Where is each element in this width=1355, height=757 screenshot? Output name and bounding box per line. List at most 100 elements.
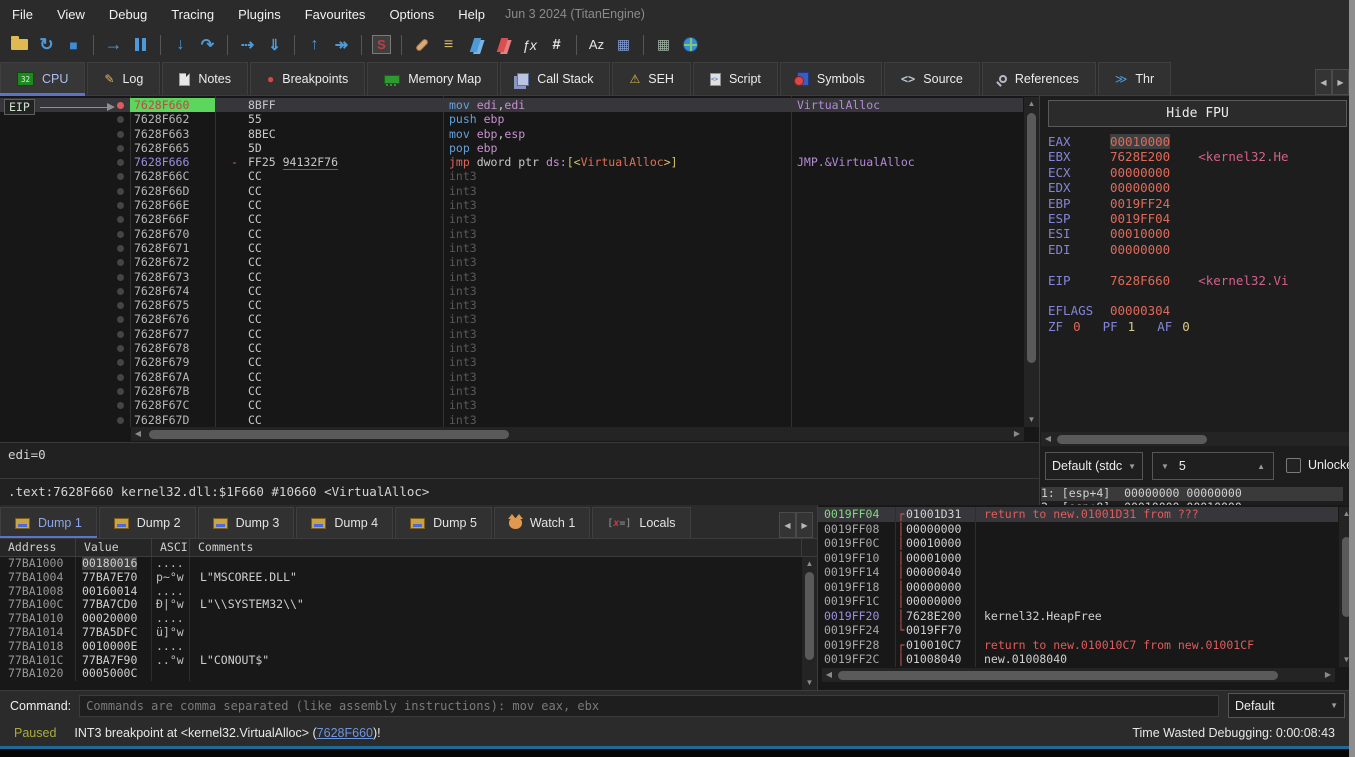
gutter-dot[interactable] [117, 316, 124, 323]
patches-icon[interactable] [408, 32, 435, 57]
dump-row[interactable]: 77BA100C77BA7CD0Ð|°wL"\\SYSTEM32\\" [0, 598, 802, 612]
gutter-dot[interactable] [117, 145, 124, 152]
column-header-value[interactable]: Value [76, 539, 152, 556]
dump-row[interactable]: 77BA100477BA7E70p~°wL"MSCOREE.DLL" [0, 571, 802, 585]
gutter-dot[interactable] [117, 173, 124, 180]
disassembly-row[interactable]: 7628F66255push ebp [0, 112, 1023, 126]
tab-seh[interactable]: ⚠SEH [612, 62, 690, 95]
breakpoint-gutter[interactable] [0, 355, 130, 369]
breakpoint-gutter[interactable] [0, 298, 130, 312]
gutter-dot[interactable] [117, 345, 124, 352]
scroll-thumb[interactable] [149, 430, 509, 439]
gutter-dot[interactable] [117, 231, 124, 238]
stack-row[interactable]: 0019FF24└0019FF70 [818, 623, 1338, 638]
gutter-dot[interactable] [117, 216, 124, 223]
breakpoint-gutter[interactable] [0, 155, 130, 169]
execute-till-return-icon[interactable]: ↑ [301, 32, 328, 57]
menu-item-view[interactable]: View [45, 2, 97, 27]
scroll-up-arrow[interactable]: ▲ [1024, 97, 1039, 111]
tab-breakpoints[interactable]: ●Breakpoints [250, 62, 365, 95]
tab-symbols[interactable]: Symbols [780, 62, 882, 95]
tab-dump-3[interactable]: Dump 3 [198, 507, 295, 538]
gutter-dot[interactable] [117, 402, 124, 409]
disassembly-row[interactable]: 7628F67CCCint3 [0, 398, 1023, 412]
register-row[interactable]: EBX7628E200<kernel32.He [1048, 149, 1337, 164]
spinner-down-icon[interactable]: ▼ [1161, 462, 1169, 471]
disassembly-row[interactable]: 7628F666-FF25 94132F76jmp dword ptr ds:[… [0, 155, 1023, 169]
hash-icon[interactable]: # [543, 32, 570, 57]
tab-dump-4[interactable]: Dump 4 [296, 507, 393, 538]
scroll-thumb[interactable] [1057, 435, 1207, 444]
dump-row[interactable]: 77BA100000180016.... [0, 557, 802, 571]
register-row[interactable]: EIP7628F660<kernel32.Vi [1048, 273, 1337, 288]
gutter-dot[interactable] [117, 388, 124, 395]
scroll-left-arrow[interactable]: ◀ [822, 668, 836, 682]
breakpoint-gutter[interactable] [0, 184, 130, 198]
tab-scroll-left-icon[interactable]: ◀ [1315, 69, 1332, 95]
gutter-dot[interactable] [117, 359, 124, 366]
internet-icon[interactable] [677, 32, 704, 57]
assembler-icon[interactable]: ▦ [610, 32, 637, 57]
menu-item-plugins[interactable]: Plugins [226, 2, 293, 27]
run-icon[interactable]: → [100, 32, 127, 57]
stack-row[interactable]: 0019FF14│00000040 [818, 565, 1338, 580]
disassembly-row[interactable]: 7628F67BCCint3 [0, 384, 1023, 398]
breakpoint-gutter[interactable] [0, 327, 130, 341]
disassembly-row[interactable]: 7628F670CCint3 [0, 227, 1023, 241]
menu-item-help[interactable]: Help [446, 2, 497, 27]
run-to-user-code-icon[interactable]: ↠ [328, 32, 355, 57]
disassembly-row[interactable]: 7628F676CCint3 [0, 312, 1023, 326]
gutter-dot[interactable] [117, 417, 124, 424]
register-row[interactable]: EAX00010000 [1048, 134, 1337, 149]
disassembly-row[interactable]: 7628F672CCint3 [0, 255, 1023, 269]
unlocked-checkbox[interactable] [1286, 458, 1301, 473]
disassembly-row[interactable]: 7628F674CCint3 [0, 284, 1023, 298]
animate-over-icon[interactable]: ⇓ [261, 32, 288, 57]
scroll-down-arrow[interactable]: ▼ [802, 676, 817, 690]
disassembly-row[interactable]: 7628F671CCint3 [0, 241, 1023, 255]
stack-row[interactable]: 0019FF1C│00000000 [818, 594, 1338, 609]
disassembly-row[interactable]: 7628F66DCCint3 [0, 184, 1023, 198]
dump-row[interactable]: 77BA101C77BA7F90..°wL"CONOUT$" [0, 654, 802, 668]
breakpoint-gutter[interactable] [0, 341, 130, 355]
open-file-icon[interactable] [6, 32, 33, 57]
script-icon[interactable]: S [368, 32, 395, 57]
tab-references[interactable]: References [982, 62, 1096, 95]
gutter-dot[interactable] [117, 202, 124, 209]
gutter-dot[interactable] [117, 259, 124, 266]
menu-item-tracing[interactable]: Tracing [159, 2, 226, 27]
argument-count-spinner[interactable]: ▼ 5 ▲ [1152, 452, 1274, 480]
dump-row[interactable]: 77BA101477BA5DFCü]°w [0, 626, 802, 640]
column-header-comments[interactable]: Comments [190, 539, 802, 556]
stack-row[interactable]: 0019FF10│00001000 [818, 551, 1338, 566]
gutter-dot[interactable] [117, 245, 124, 252]
hide-fpu-button[interactable]: Hide FPU [1048, 100, 1347, 127]
bookmarks-icon[interactable] [489, 32, 516, 57]
functions-icon[interactable]: ƒx [516, 32, 543, 57]
breakpoint-gutter[interactable] [0, 413, 130, 427]
breakpoint-gutter[interactable] [0, 198, 130, 212]
register-row[interactable]: ECX00000000 [1048, 165, 1337, 180]
step-into-icon[interactable]: ↓ [167, 32, 194, 57]
stack-row[interactable]: 0019FF04┌01001D31return to new.01001D31 … [818, 507, 1338, 522]
breakpoint-gutter[interactable] [0, 141, 130, 155]
stop-icon[interactable]: ■ [60, 32, 87, 57]
breakpoint-gutter[interactable] [0, 270, 130, 284]
disassembly-horizontal-scrollbar[interactable]: ◀ ▶ [131, 427, 1024, 441]
dump-vertical-scrollbar[interactable]: ▲ ▼ [802, 557, 817, 690]
disassembly-row[interactable]: 7628F675CCint3 [0, 298, 1023, 312]
gutter-dot[interactable] [117, 302, 124, 309]
breakpoint-gutter[interactable] [0, 169, 130, 183]
tab-cpu[interactable]: 32CPU [0, 62, 85, 95]
disassembly-row[interactable]: 7628F67DCCint3 [0, 413, 1023, 427]
step-over-icon[interactable]: ↷ [194, 32, 221, 57]
breakpoint-gutter[interactable] [0, 284, 130, 298]
dump-row[interactable]: 77BA101000020000.... [0, 612, 802, 626]
argument-row[interactable]: 1: [esp+4] 00000000 00000000 [1041, 487, 1343, 501]
breakpoint-gutter[interactable] [0, 241, 130, 255]
tab-dump-5[interactable]: Dump 5 [395, 507, 492, 538]
column-header-asci[interactable]: ASCI [152, 539, 190, 556]
stack-row[interactable]: 0019FF28┌010010C7return to new.010010C7 … [818, 638, 1338, 653]
breakpoint-gutter[interactable] [0, 255, 130, 269]
stack-row[interactable]: 0019FF0C│00010000 [818, 536, 1338, 551]
